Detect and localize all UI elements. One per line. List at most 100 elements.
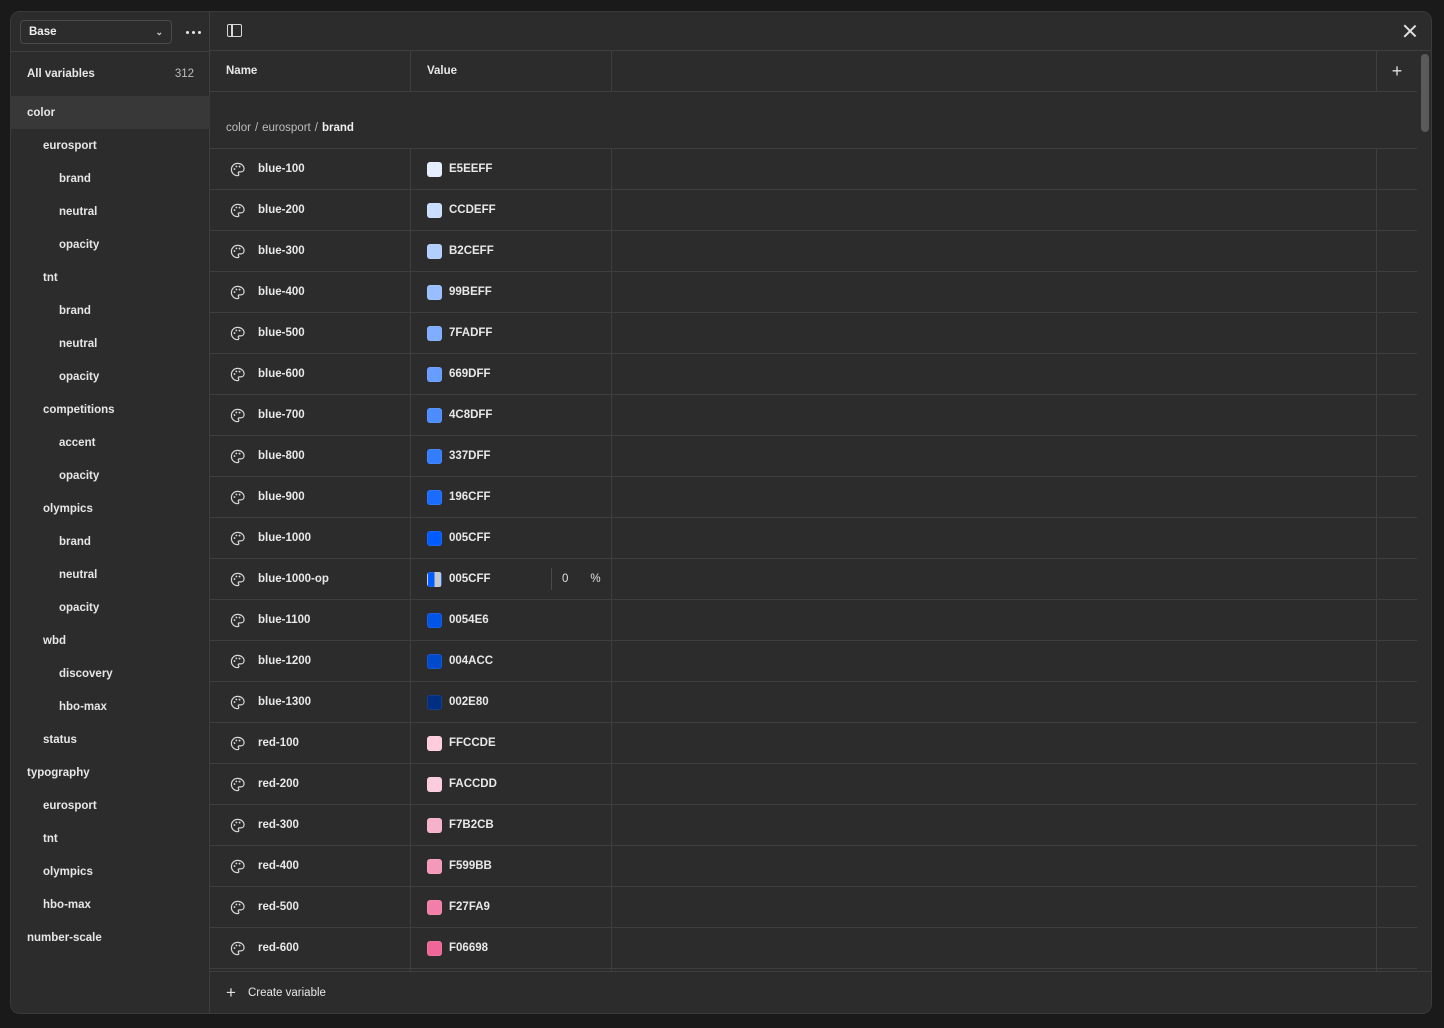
sidebar-group-neutral[interactable]: neutral [11, 558, 210, 591]
color-swatch[interactable] [427, 448, 442, 464]
table-row[interactable]: red-500 F27FA9 [210, 887, 1417, 928]
table-row[interactable]: blue-700 4C8DFF [210, 395, 1417, 436]
color-swatch[interactable] [427, 776, 442, 792]
variable-value-cell[interactable]: B2CEFF [411, 231, 612, 271]
sidebar-group-eurosport[interactable]: eurosport [11, 789, 210, 822]
sidebar-group-opacity[interactable]: opacity [11, 228, 210, 261]
close-icon[interactable] [1403, 24, 1417, 38]
color-swatch[interactable] [427, 612, 442, 628]
table-row[interactable]: red-400 F599BB [210, 846, 1417, 887]
color-swatch[interactable] [427, 325, 442, 341]
table-row[interactable]: red-300 F7B2CB [210, 805, 1417, 846]
variable-value-cell[interactable]: FACCDD [411, 764, 612, 804]
sidebar-group-brand[interactable]: brand [11, 162, 210, 195]
scrollbar[interactable] [1421, 54, 1429, 132]
variable-name-cell[interactable]: blue-600 [210, 354, 411, 394]
color-swatch[interactable] [427, 694, 442, 710]
variable-value-cell[interactable]: 337DFF [411, 436, 612, 476]
variable-name-cell[interactable]: red-600 [210, 928, 411, 968]
table-row[interactable]: blue-900 196CFF [210, 477, 1417, 518]
table-row[interactable]: red-100 FFCCDE [210, 723, 1417, 764]
variable-name-cell[interactable]: blue-300 [210, 231, 411, 271]
variable-value-cell[interactable]: 196CFF [411, 477, 612, 517]
variable-name-cell[interactable]: red-400 [210, 846, 411, 886]
variable-value-cell[interactable]: 7FADFF [411, 313, 612, 353]
table-row[interactable]: blue-800 337DFF [210, 436, 1417, 477]
sidebar-group-accent[interactable]: accent [11, 426, 210, 459]
color-swatch[interactable] [427, 899, 442, 915]
color-swatch[interactable] [427, 243, 442, 259]
variable-name-cell[interactable]: blue-100 [210, 149, 411, 189]
color-swatch[interactable] [427, 858, 442, 874]
table-row[interactable]: red-600 F06698 [210, 928, 1417, 969]
color-swatch[interactable] [427, 202, 442, 218]
table-row[interactable]: blue-1000-op 005CFF 0% [210, 559, 1417, 600]
variable-name-cell[interactable]: red-100 [210, 723, 411, 763]
sidebar-group-eurosport[interactable]: eurosport [11, 129, 210, 162]
sidebar-group-opacity[interactable]: opacity [11, 459, 210, 492]
table-row[interactable]: blue-1000 005CFF [210, 518, 1417, 559]
collection-dropdown[interactable]: Base ⌄ [20, 20, 172, 44]
variable-name-cell[interactable]: blue-400 [210, 272, 411, 312]
sidebar-group-olympics[interactable]: olympics [11, 492, 210, 525]
variable-name-cell[interactable]: blue-700 [210, 395, 411, 435]
variable-value-cell[interactable]: F7B2CB [411, 805, 612, 845]
variable-name-cell[interactable]: red-500 [210, 887, 411, 927]
table-row[interactable]: red-200 FACCDD [210, 764, 1417, 805]
plus-icon[interactable]: + [1377, 51, 1417, 91]
sidebar-group-opacity[interactable]: opacity [11, 360, 210, 393]
sidebar-group-color[interactable]: color [11, 96, 210, 129]
create-variable-button[interactable]: + Create variable [210, 971, 1431, 1013]
sidebar-group-neutral[interactable]: neutral [11, 195, 210, 228]
sidebar-group-status[interactable]: status [11, 723, 210, 756]
sidebar-group-wbd[interactable]: wbd [11, 624, 210, 657]
sidebar-group-opacity[interactable]: opacity [11, 591, 210, 624]
sidebar-group-discovery[interactable]: discovery [11, 657, 210, 690]
variable-name-cell[interactable]: blue-1000-op [210, 559, 411, 599]
all-variables-item[interactable]: All variables 312 [11, 51, 210, 96]
variable-name-cell[interactable]: blue-200 [210, 190, 411, 230]
table-row[interactable]: blue-1100 0054E6 [210, 600, 1417, 641]
table-row[interactable]: blue-600 669DFF [210, 354, 1417, 395]
variable-name-cell[interactable]: blue-900 [210, 477, 411, 517]
variable-value-cell[interactable]: FFCCDE [411, 723, 612, 763]
sidebar-group-number-scale[interactable]: number-scale [11, 921, 210, 954]
sidebar-group-brand[interactable]: brand [11, 525, 210, 558]
variable-value-cell[interactable]: 004ACC [411, 641, 612, 681]
variable-name-cell[interactable]: blue-800 [210, 436, 411, 476]
sidebar-group-hbo-max[interactable]: hbo-max [11, 690, 210, 723]
color-swatch[interactable] [427, 366, 442, 382]
sidebar-group-typography[interactable]: typography [11, 756, 210, 789]
variable-value-cell[interactable]: 002E80 [411, 682, 612, 722]
variable-value-cell[interactable]: 4C8DFF [411, 395, 612, 435]
table-row[interactable]: blue-100 E5EEFF [210, 149, 1417, 190]
variable-name-cell[interactable]: red-200 [210, 764, 411, 804]
variable-value-cell[interactable]: 669DFF [411, 354, 612, 394]
variable-value-cell[interactable]: CCDEFF [411, 190, 612, 230]
variable-name-cell[interactable]: red-300 [210, 805, 411, 845]
variable-value-cell[interactable]: F06698 [411, 928, 612, 968]
sidebar-group-neutral[interactable]: neutral [11, 327, 210, 360]
sidebar-group-competitions[interactable]: competitions [11, 393, 210, 426]
sidebar-group-olympics[interactable]: olympics [11, 855, 210, 888]
sidebar-group-tnt[interactable]: tnt [11, 261, 210, 294]
sidebar-group-brand[interactable]: brand [11, 294, 210, 327]
variable-name-cell[interactable]: blue-1000 [210, 518, 411, 558]
sidebar-group-tnt[interactable]: tnt [11, 822, 210, 855]
table-row[interactable]: blue-200 CCDEFF [210, 190, 1417, 231]
table-row[interactable]: blue-500 7FADFF [210, 313, 1417, 354]
table-row[interactable]: blue-1200 004ACC [210, 641, 1417, 682]
table-row[interactable]: blue-400 99BEFF [210, 272, 1417, 313]
variable-value-cell[interactable]: 0054E6 [411, 600, 612, 640]
variable-name-cell[interactable]: blue-500 [210, 313, 411, 353]
color-swatch[interactable] [427, 407, 442, 423]
table-row[interactable]: blue-1300 002E80 [210, 682, 1417, 723]
variable-value-cell[interactable]: 99BEFF [411, 272, 612, 312]
color-swatch[interactable] [427, 284, 442, 300]
color-swatch[interactable] [427, 571, 442, 587]
sidebar-group-hbo-max[interactable]: hbo-max [11, 888, 210, 921]
variable-name-cell[interactable]: blue-1100 [210, 600, 411, 640]
color-swatch[interactable] [427, 530, 442, 546]
opacity-field[interactable]: 0% [551, 568, 601, 590]
color-swatch[interactable] [427, 161, 442, 177]
